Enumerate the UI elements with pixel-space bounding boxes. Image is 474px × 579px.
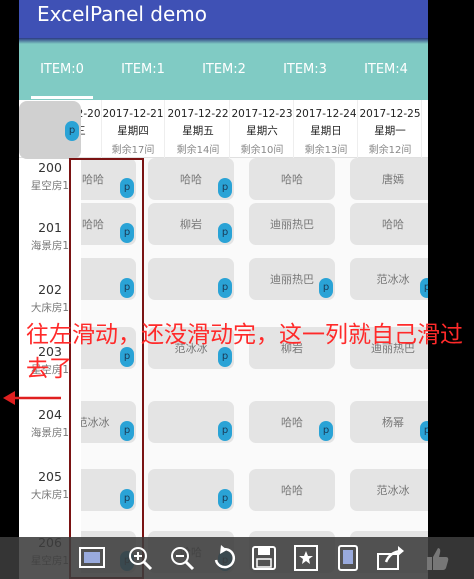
- left-arrow-icon: [3, 391, 61, 405]
- guest-name: 哈哈: [281, 173, 303, 186]
- weekday-label: 星期五: [182, 125, 214, 137]
- p-badge: p: [218, 278, 232, 298]
- guest-name: 范冰冰: [376, 484, 410, 497]
- p-badge: p: [218, 223, 232, 243]
- tab-item-2[interactable]: ITEM:2: [189, 62, 259, 77]
- booking-cell[interactable]: 哈哈: [249, 158, 335, 200]
- date-label: 2017-12-23: [231, 108, 293, 120]
- tab-item-1[interactable]: ITEM:1: [108, 62, 178, 77]
- guest-name: 哈哈: [281, 484, 303, 497]
- booking-cell[interactable]: 哈哈p: [249, 401, 335, 443]
- booking-cell[interactable]: 唐嫣: [350, 158, 436, 200]
- p-badge: p: [65, 121, 79, 141]
- weekday-label: 星期四: [117, 125, 149, 137]
- app-bar: ExcelPanel demo: [19, 0, 428, 38]
- weekday-label: 星期一: [374, 125, 406, 137]
- tab-item-3[interactable]: ITEM:3: [270, 62, 340, 77]
- corner-cell: p: [19, 101, 81, 159]
- tab-item-4[interactable]: ITEM:4: [351, 62, 421, 77]
- date-label: 2017-12-22: [167, 108, 229, 120]
- like-icon[interactable]: [420, 542, 452, 574]
- booking-cell[interactable]: 迪丽热巴 p: [249, 258, 335, 300]
- favorite-icon[interactable]: [290, 542, 322, 574]
- remaining-label: 剩余14间: [176, 145, 220, 156]
- left-frame: [0, 0, 19, 579]
- screen: ExcelPanel demo ITEM:0 ITEM:1 ITEM:2 ITE…: [0, 0, 474, 579]
- rotate-icon[interactable]: [208, 542, 240, 574]
- weekday-label: 星期日: [310, 125, 342, 137]
- weekday-label: 星期六: [246, 125, 278, 137]
- date-column-header[interactable]: 2017-12-24 星期日 剩余13间: [295, 100, 358, 158]
- booking-cell[interactable]: 柳岩 p: [148, 203, 234, 245]
- guest-name: 唐嫣: [382, 173, 404, 186]
- booking-cell[interactable]: p: [148, 258, 234, 300]
- zoom-out-icon[interactable]: [166, 542, 198, 574]
- booking-cell[interactable]: 哈哈: [350, 203, 436, 245]
- p-badge: p: [319, 278, 333, 298]
- booking-cell[interactable]: 迪丽热巴: [249, 203, 335, 245]
- date-column-header[interactable]: 2017-12-23 星期六 剩余10间: [231, 100, 294, 158]
- booking-cell[interactable]: p: [148, 469, 234, 511]
- tab-item-0[interactable]: ITEM:0: [27, 62, 97, 77]
- viewer-toolbar: [0, 537, 474, 579]
- booking-cell[interactable]: 杨幂 p: [350, 401, 436, 443]
- date-label: 2017-12-24: [295, 108, 357, 120]
- remaining-label: 剩余12间: [368, 145, 412, 156]
- p-badge: p: [218, 178, 232, 198]
- zoom-in-icon[interactable]: [124, 542, 156, 574]
- save-icon[interactable]: [248, 542, 280, 574]
- right-frame: [428, 0, 474, 579]
- remaining-label: 剩余10间: [240, 145, 284, 156]
- p-badge: p: [319, 421, 333, 441]
- tab-indicator: [31, 96, 93, 99]
- annotation-text: 往左滑动，还没滑动完，这一列就自己滑过去了: [26, 322, 463, 382]
- page-icon[interactable]: [332, 542, 364, 574]
- tab-strip-shadow: [19, 38, 428, 44]
- date-label: 2017-12-25: [359, 108, 421, 120]
- date-column-header[interactable]: 2017-12-22 星期五 剩余14间: [167, 100, 230, 158]
- date-column-header[interactable]: 2017-12-21 星期四 剩余17间: [102, 100, 165, 158]
- date-label: 2017-12-21: [102, 108, 164, 120]
- booking-cell[interactable]: 范冰冰: [350, 469, 436, 511]
- booking-cell[interactable]: 范冰冰 p: [350, 258, 436, 300]
- date-column-header[interactable]: 2017-12-25 星期一 剩余12间: [359, 100, 422, 158]
- tab-strip: ITEM:0 ITEM:1 ITEM:2 ITEM:3 ITEM:4: [19, 38, 428, 100]
- app-title: ExcelPanel demo: [37, 2, 208, 26]
- booking-cell[interactable]: 哈哈: [249, 469, 335, 511]
- guest-name: 迪丽热巴: [270, 218, 314, 231]
- p-badge: p: [218, 489, 232, 509]
- p-badge: p: [218, 421, 232, 441]
- booking-cell[interactable]: 哈哈p: [148, 158, 234, 200]
- remaining-label: 剩余17间: [111, 145, 155, 156]
- fit-screen-icon[interactable]: [76, 542, 108, 574]
- remaining-label: 剩余13间: [304, 145, 348, 156]
- share-icon[interactable]: [374, 542, 406, 574]
- guest-name: 哈哈: [382, 218, 404, 231]
- booking-cell[interactable]: p: [148, 401, 234, 443]
